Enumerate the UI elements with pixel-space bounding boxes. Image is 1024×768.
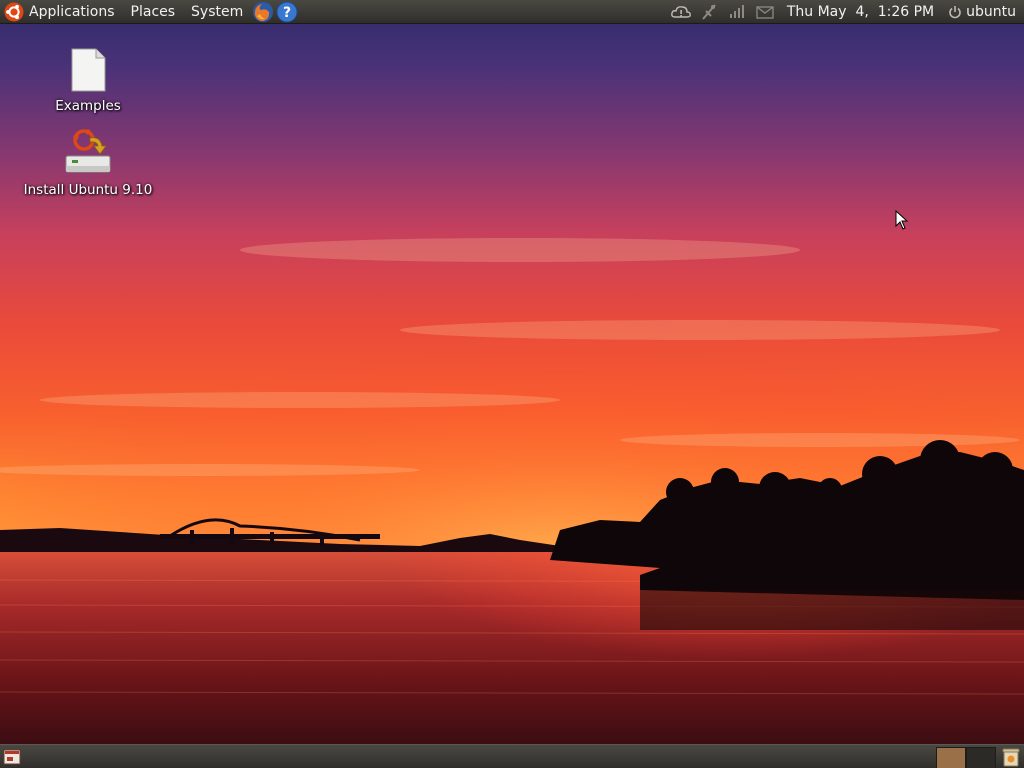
- desktop[interactable]: Applications Places System ? Thu May 4, …: [0, 0, 1024, 768]
- user-name: ubuntu: [966, 3, 1016, 20]
- trash-icon[interactable]: [1000, 746, 1022, 768]
- user-menu[interactable]: ubuntu: [942, 0, 1018, 24]
- workspace-switcher: [936, 746, 996, 768]
- examples-desktop-icon[interactable]: Examples: [18, 48, 158, 114]
- power-icon: [949, 5, 961, 18]
- help-icon[interactable]: ?: [276, 1, 298, 23]
- main-menu-bar: Applications Places System ?: [0, 0, 299, 24]
- applications-menu-label: Applications: [29, 3, 115, 20]
- install-ubuntu-label: Install Ubuntu 9.10: [23, 182, 153, 198]
- show-desktop-icon[interactable]: [3, 749, 21, 765]
- document-icon: [71, 48, 106, 92]
- notification-area: Thu May 4, 1:26 PM ubuntu: [667, 0, 1024, 24]
- examples-label: Examples: [55, 98, 121, 114]
- installer-icon: [65, 129, 111, 173]
- ubuntu-logo-icon: [4, 2, 24, 21]
- volume-icon[interactable]: [726, 2, 748, 22]
- applications-menu[interactable]: Applications: [0, 0, 123, 24]
- sunset-wallpaper: [0, 0, 1024, 768]
- update-notifier-icon[interactable]: [670, 2, 692, 22]
- bottom-panel: [0, 744, 1024, 768]
- firefox-icon[interactable]: [252, 1, 274, 23]
- install-ubuntu-desktop-icon[interactable]: Install Ubuntu 9.10: [18, 128, 158, 198]
- top-panel: Applications Places System ? Thu May 4, …: [0, 0, 1024, 24]
- workspace-1[interactable]: [936, 746, 966, 768]
- places-menu[interactable]: Places: [123, 0, 184, 24]
- mail-icon[interactable]: [754, 2, 776, 22]
- mouse-pointer-icon: [895, 210, 909, 230]
- network-icon[interactable]: [698, 2, 720, 22]
- svg-text:?: ?: [283, 5, 291, 21]
- clock[interactable]: Thu May 4, 1:26 PM: [779, 0, 942, 24]
- workspace-2[interactable]: [966, 746, 996, 768]
- system-menu[interactable]: System: [183, 0, 251, 24]
